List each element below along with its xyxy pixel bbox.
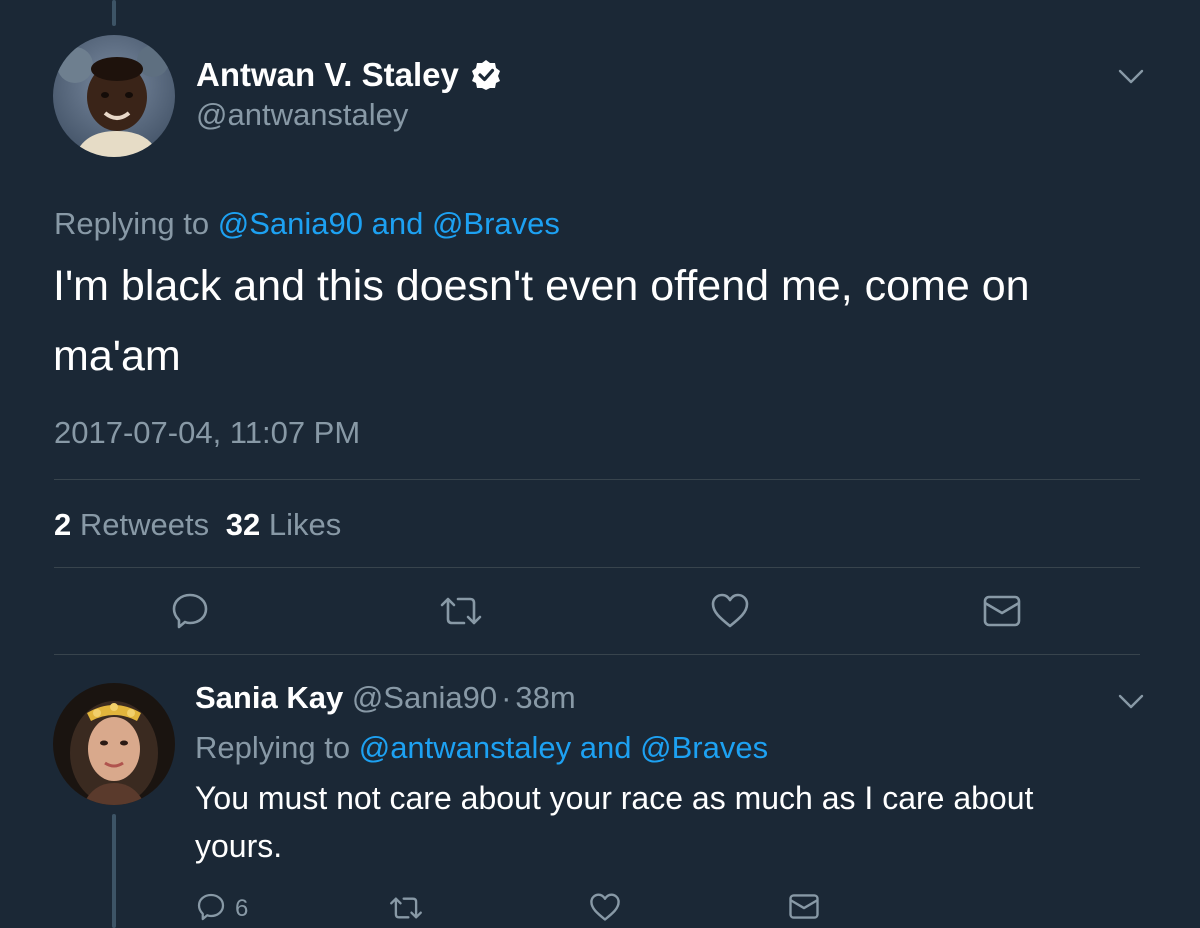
separator-dot: ·	[501, 680, 512, 715]
retweet-count: 2	[54, 507, 72, 542]
reply-header: Sania Kay @Sania90 · 38m	[195, 680, 576, 716]
verified-badge-icon	[470, 59, 502, 96]
mention-and: and	[579, 730, 632, 765]
reply-time[interactable]: 38m	[515, 680, 575, 715]
thread-line-top	[112, 0, 116, 26]
replying-to-label: Replying to	[54, 206, 210, 241]
divider	[54, 654, 1140, 655]
replying-to-line: Replying to @antwanstaley and @Braves	[195, 730, 768, 766]
reply-text-line-2: yours.	[195, 828, 283, 864]
message-icon[interactable]	[982, 594, 1022, 628]
reply-count: 6	[235, 895, 249, 922]
reply-icon[interactable]	[170, 591, 210, 631]
chevron-down-icon[interactable]	[1117, 68, 1145, 86]
retweet-icon[interactable]	[438, 593, 484, 629]
reply-text-line-1: You must not care about your race as muc…	[195, 780, 1034, 816]
like-count: 32	[225, 507, 261, 542]
tweet-timestamp: 2017-07-04, 11:07 PM	[54, 415, 361, 450]
replying-to-label: Replying to	[195, 730, 351, 765]
avatar[interactable]	[53, 683, 175, 805]
chevron-down-icon[interactable]	[1117, 693, 1145, 711]
like-icon[interactable]	[589, 893, 621, 922]
reply-icon[interactable]	[196, 892, 226, 922]
message-icon[interactable]	[788, 893, 820, 920]
retweet-label: Retweets	[79, 507, 210, 542]
mention-link[interactable]: @Braves	[432, 206, 560, 241]
reply-author-name[interactable]: Sania Kay	[195, 680, 343, 715]
retweet-stat[interactable]: 2 Retweets	[54, 507, 218, 542]
thread-line-bottom	[112, 814, 116, 928]
mention-link[interactable]: @antwanstaley	[359, 730, 571, 765]
tweet-stats: 2 Retweets 32 Likes	[54, 507, 341, 543]
like-icon[interactable]	[710, 593, 750, 629]
like-stat[interactable]: 32 Likes	[226, 507, 341, 542]
author-name[interactable]: Antwan V. Staley	[196, 56, 459, 94]
divider	[54, 479, 1140, 480]
reply-author-handle[interactable]: @Sania90	[352, 680, 497, 715]
like-label: Likes	[268, 507, 342, 542]
replying-to-line: Replying to @Sania90 and @Braves	[54, 206, 560, 242]
author-handle[interactable]: @antwanstaley	[196, 97, 408, 133]
tweet-text-line-2: ma'am	[53, 332, 181, 380]
divider	[54, 567, 1140, 568]
tweet-text-line-1: I'm black and this doesn't even offend m…	[53, 262, 1030, 310]
mention-link[interactable]: @Sania90	[218, 206, 363, 241]
mention-and: and	[371, 206, 424, 241]
retweet-icon[interactable]	[388, 894, 424, 922]
avatar[interactable]	[53, 35, 175, 157]
mention-link[interactable]: @Braves	[640, 730, 768, 765]
